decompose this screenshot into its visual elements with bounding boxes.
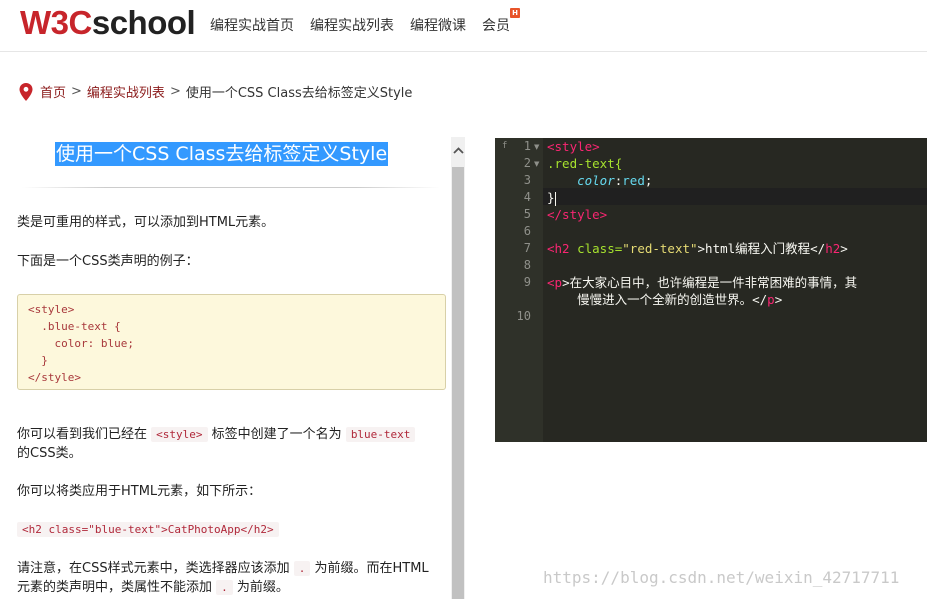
code-token: "red-text" xyxy=(622,241,698,256)
nav-list[interactable]: 编程实战列表 xyxy=(310,15,394,35)
editor-gutter: f 1 2 3 4 5 6 7 8 9 10 ▼ ▼ xyxy=(495,138,543,442)
lesson-scrollbar[interactable] xyxy=(451,137,465,599)
code-token: </style> xyxy=(547,207,608,222)
line-number: 7 xyxy=(523,241,531,255)
nav-microcourse[interactable]: 编程微课 xyxy=(410,15,466,35)
lesson-paragraph-5: <h2 class="blue-text">CatPhotoApp</h2> xyxy=(17,520,442,539)
inline-code-h2-example: <h2 class="blue-text">CatPhotoApp</h2> xyxy=(17,522,279,537)
code-line-5: </style> xyxy=(547,206,607,223)
p3-text-before: 你可以看到我们已经在 xyxy=(17,427,148,442)
fold-arrow-icon[interactable]: ▼ xyxy=(534,143,539,151)
text-cursor xyxy=(554,191,556,206)
code-token: <p xyxy=(547,275,563,290)
code-line-1: <style> xyxy=(547,138,600,155)
fold-marker: f xyxy=(502,141,508,151)
code-token: h2 xyxy=(825,241,841,256)
p6-text-a: 请注意，在CSS样式元素中，类选择器应该添加 xyxy=(17,561,290,576)
code-token: >html编程入门教程</ xyxy=(697,241,826,256)
logo-school: school xyxy=(91,4,196,41)
code-token: 慢慢进入一个全新的创造世界。</ xyxy=(577,292,768,307)
line-number: 6 xyxy=(523,224,531,238)
p6-text-d: 为前缀。 xyxy=(236,580,289,595)
lesson-paragraph-4: 你可以将类应用于HTML元素，如下所示： xyxy=(17,484,262,499)
line-number: 2 xyxy=(523,156,531,170)
main-nav: 编程实战首页 编程实战列表 编程微课 会员 H xyxy=(210,8,526,35)
code-token: >在大家心目中，也许编程是一件非常困难的事情，其 xyxy=(562,275,858,290)
vip-badge: H xyxy=(510,8,520,18)
location-pin-icon xyxy=(19,82,33,101)
w3cschool-logo[interactable]: W3Cschool xyxy=(20,4,196,42)
p6-text-b: 为前缀。而在HTML xyxy=(314,561,429,576)
code-token: p xyxy=(767,292,775,307)
nav-home[interactable]: 编程实战首页 xyxy=(210,15,294,35)
line-number: 1 xyxy=(523,139,531,153)
lesson-paragraph-3: 你可以看到我们已经在 <style> 标签中创建了一个名为 blue-text … xyxy=(17,425,442,463)
code-line-9: <p>在大家心目中，也许编程是一件非常困难的事情，其 xyxy=(547,274,857,291)
scroll-up-arrow-icon[interactable] xyxy=(451,137,465,163)
code-token: color xyxy=(577,173,615,188)
line-number: 10 xyxy=(516,309,531,323)
logo-w3c: W3C xyxy=(20,4,92,41)
lesson-paragraph-1: 类是可重用的样式，可以添加到HTML元素。 xyxy=(17,215,275,230)
lesson-paragraph-2: 下面是一个CSS类声明的例子： xyxy=(17,254,199,269)
code-line-7: <h2 class="red-text">html编程入门教程</h2> xyxy=(547,241,848,256)
inline-code-dot: . xyxy=(293,561,311,576)
p6-text-c: 元素的类声明中，类属性不能添加 xyxy=(17,580,213,595)
watermark: https://blog.csdn.net/weixin_42717711 xyxy=(543,568,900,587)
code-line-4: } xyxy=(547,189,556,206)
code-token: } xyxy=(547,190,555,205)
line-number: 3 xyxy=(523,173,531,187)
breadcrumb: 首页 > 编程实战列表 > 使用一个CSS Class去给标签定义Style xyxy=(19,82,412,101)
code-token: .red-text{ xyxy=(547,156,623,171)
code-line-2: .red-text{ xyxy=(547,155,622,172)
line-number: 9 xyxy=(523,275,531,289)
active-line-highlight xyxy=(543,188,927,205)
inline-code-style: <style> xyxy=(151,427,208,442)
header: W3Cschool 编程实战首页 编程实战列表 编程微课 会员 H xyxy=(0,0,927,52)
scroll-thumb[interactable] xyxy=(452,167,464,599)
breadcrumb-list[interactable]: 编程实战列表 xyxy=(87,82,165,101)
nav-vip[interactable]: 会员 H xyxy=(482,8,520,35)
line-number: 4 xyxy=(523,190,531,204)
title-divider xyxy=(22,187,440,188)
line-number: 8 xyxy=(523,258,531,272)
breadcrumb-home[interactable]: 首页 xyxy=(40,82,66,101)
code-line-3: color:red; xyxy=(577,173,653,188)
code-line-9-wrap: 慢慢进入一个全新的创造世界。</p> xyxy=(577,292,783,307)
lesson-title: 使用一个CSS Class去给标签定义Style xyxy=(55,142,389,166)
code-token: <h2 xyxy=(547,241,570,256)
p3-text-after: 的CSS类。 xyxy=(17,446,82,461)
code-token: class= xyxy=(577,241,623,256)
breadcrumb-separator: > xyxy=(71,84,82,99)
lesson-panel: 使用一个CSS Class去给标签定义Style 类是可重用的样式，可以添加到H… xyxy=(0,137,450,599)
line-number: 5 xyxy=(523,207,531,221)
nav-vip-label: 会员 xyxy=(482,18,510,34)
lesson-paragraph-6: 请注意，在CSS样式元素中，类选择器应该添加 . 为前缀。而在HTML 元素的类… xyxy=(17,559,442,597)
code-example-block: <style> .blue-text { color: blue; } </st… xyxy=(17,294,446,390)
inline-code-dot: . xyxy=(216,580,233,595)
breadcrumb-separator: > xyxy=(169,84,181,99)
code-token: red xyxy=(622,173,645,188)
fold-arrow-icon[interactable]: ▼ xyxy=(534,160,539,168)
p3-text-mid: 标签中创建了一个名为 xyxy=(211,427,342,442)
code-token: <style> xyxy=(547,139,600,154)
breadcrumb-current: 使用一个CSS Class去给标签定义Style xyxy=(185,86,413,101)
inline-code-blue-text: blue-text xyxy=(345,427,416,442)
code-editor[interactable]: f 1 2 3 4 5 6 7 8 9 10 ▼ ▼ <style> .red-… xyxy=(495,138,927,442)
